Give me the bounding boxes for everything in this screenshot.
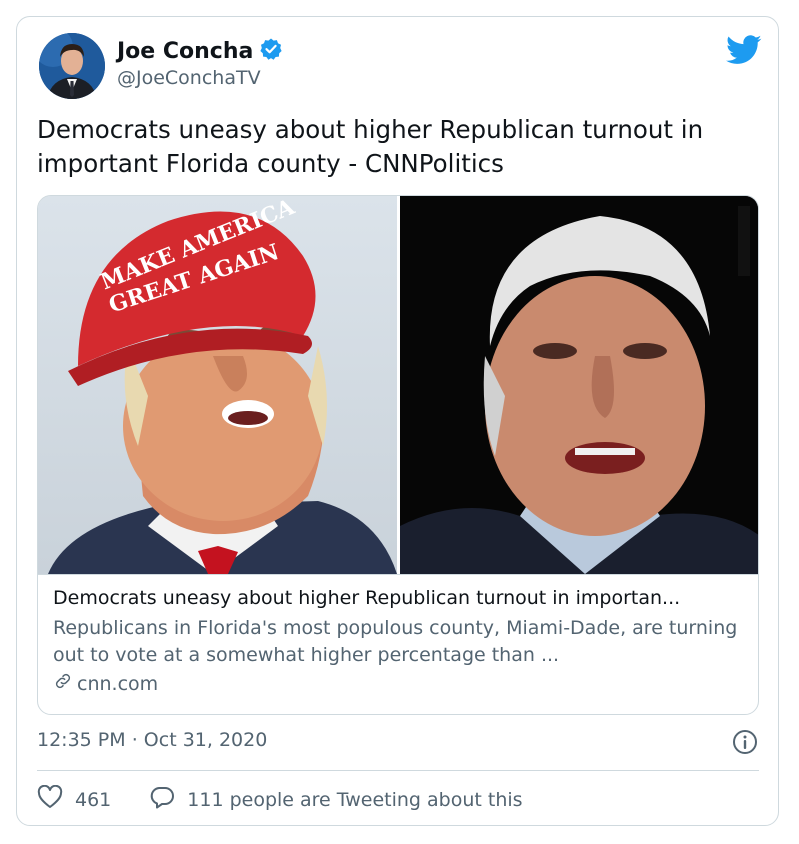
author-handle[interactable]: @JoeConchaTV xyxy=(117,67,261,89)
link-title[interactable]: Democrats uneasy about higher Republican… xyxy=(53,587,753,609)
link-preview-card[interactable]: MAKE AMERICA GREAT AGAIN Democrats uneas… xyxy=(37,195,759,715)
like-action[interactable]: 461 xyxy=(37,784,112,814)
link-icon xyxy=(53,671,73,696)
avatar[interactable] xyxy=(39,33,105,99)
info-icon[interactable] xyxy=(732,729,758,755)
link-domain-row[interactable]: cnn.com xyxy=(53,671,158,696)
like-count: 461 xyxy=(75,788,112,811)
link-preview-image: MAKE AMERICA GREAT AGAIN xyxy=(38,196,758,574)
tweet-header: Joe Concha @JoeConchaTV xyxy=(37,31,762,101)
photo-left: MAKE AMERICA GREAT AGAIN xyxy=(38,196,397,574)
conversation-action[interactable]: 111 people are Tweeting about this xyxy=(149,785,523,814)
reply-bubble-icon[interactable] xyxy=(149,785,175,814)
timestamp-separator: · xyxy=(131,729,138,751)
tweet-actions: 461 111 people are Tweeting about this xyxy=(37,784,523,814)
conversation-text: 111 people are Tweeting about this xyxy=(187,788,523,811)
link-preview-body: Democrats uneasy about higher Republican… xyxy=(38,574,758,714)
author-name-row[interactable]: Joe Concha xyxy=(117,37,283,65)
link-domain: cnn.com xyxy=(77,672,159,695)
tweet-text: Democrats uneasy about higher Republican… xyxy=(37,115,704,178)
divider xyxy=(37,770,759,771)
tweet-card: Joe Concha @JoeConchaTV Democrats uneasy… xyxy=(16,16,779,826)
tweet-date: Oct 31, 2020 xyxy=(143,729,268,751)
tweet-time: 12:35 PM xyxy=(37,729,126,751)
photo-right xyxy=(400,196,758,574)
verified-badge-icon xyxy=(259,37,283,65)
tweet-timestamp[interactable]: 12:35 PM · Oct 31, 2020 xyxy=(37,729,267,751)
twitter-bird-icon[interactable] xyxy=(726,35,762,65)
heart-icon[interactable] xyxy=(37,784,63,814)
link-description: Republicans in Florida's most populous c… xyxy=(53,617,738,666)
author-name[interactable]: Joe Concha xyxy=(117,39,253,64)
